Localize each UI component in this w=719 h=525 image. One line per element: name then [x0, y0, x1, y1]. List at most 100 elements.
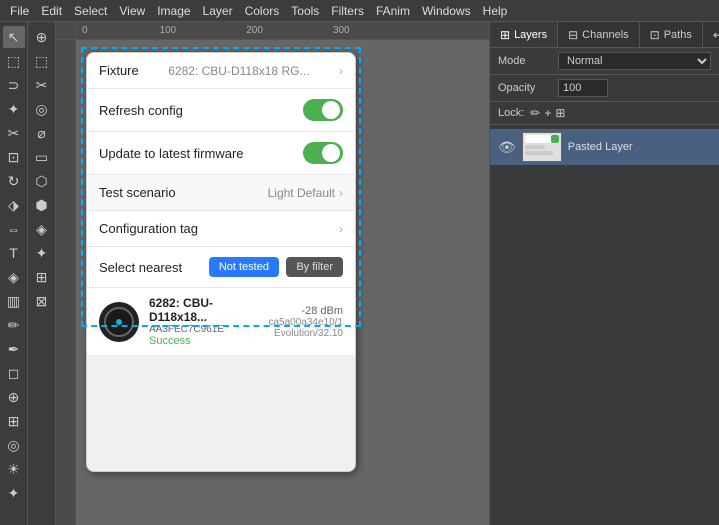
lock-row: Lock: ✏ + ⊞: [490, 102, 719, 125]
tool-secondary-10[interactable]: ✦: [31, 242, 53, 264]
tool-flip[interactable]: ⇔: [3, 218, 25, 240]
tab-channels[interactable]: ⊟ Channels: [558, 22, 640, 47]
refresh-row[interactable]: Refresh config: [87, 89, 355, 132]
mode-label: Mode: [498, 55, 558, 67]
device-row[interactable]: 6282: CBU-D118x18... AA3FEC7C961E Succes…: [87, 288, 355, 355]
refresh-toggle[interactable]: [303, 99, 343, 121]
device-icon: [99, 302, 139, 342]
tool-brush[interactable]: ✒: [3, 338, 25, 360]
menu-layer[interactable]: Layer: [197, 2, 239, 20]
tool-dodge[interactable]: ☀: [3, 458, 25, 480]
tool-rect-select[interactable]: ⬚: [3, 50, 25, 72]
menu-tools[interactable]: Tools: [285, 2, 325, 20]
tool-fuzzy-select[interactable]: ✦: [3, 98, 25, 120]
layer-thumbnail: [522, 132, 562, 162]
menu-help[interactable]: Help: [477, 2, 514, 20]
tab-paths[interactable]: ⊡ Paths: [640, 22, 703, 47]
layer-visibility-icon[interactable]: 👁: [498, 139, 516, 156]
menu-windows[interactable]: Windows: [416, 2, 477, 20]
device-name: 6282: CBU-D118x18...: [149, 296, 258, 324]
tool-scissors[interactable]: ✂: [3, 122, 25, 144]
select-nearest-label: Select nearest: [99, 260, 182, 275]
tool-bucket[interactable]: ◈: [3, 266, 25, 288]
test-scenario-row[interactable]: Test scenario Light Default ›: [87, 175, 355, 211]
config-tag-row[interactable]: Configuration tag ›: [87, 211, 355, 247]
menu-fanim[interactable]: FAnim: [370, 2, 416, 20]
tool-perspective[interactable]: ⬗: [3, 194, 25, 216]
layer-item[interactable]: 👁 Pasted Layer: [490, 129, 719, 165]
menu-filters[interactable]: Filters: [325, 2, 370, 20]
tool-heal[interactable]: ⊕: [3, 386, 25, 408]
tool-secondary-3[interactable]: ✂: [31, 74, 53, 96]
layer-name: Pasted Layer: [568, 141, 711, 153]
layer-thumb-svg: [523, 133, 561, 161]
lock-pixels-icon[interactable]: ✏: [530, 106, 540, 120]
firmware-toggle[interactable]: [303, 142, 343, 164]
menu-colors[interactable]: Colors: [239, 2, 286, 20]
tool-secondary-6[interactable]: ▭: [31, 146, 53, 168]
tool-lasso[interactable]: ⊃: [3, 74, 25, 96]
device-mac: AA3FEC7C961E: [149, 324, 258, 335]
canvas-area[interactable]: 0 100 200 300 Fixture 6282: CBU-D118x18 …: [56, 22, 489, 525]
mode-row: Mode Normal Multiply Screen: [490, 48, 719, 75]
lock-all-icon[interactable]: ⊞: [555, 106, 565, 120]
opacity-label: Opacity: [498, 82, 558, 94]
fixture-value: 6282: CBU-D118x18 RG...: [168, 64, 309, 78]
tool-crop[interactable]: ⊡: [3, 146, 25, 168]
tool-secondary-7[interactable]: ⬡: [31, 170, 53, 192]
layers-icon: ⊞: [500, 28, 510, 42]
tool-secondary-1[interactable]: ⊕: [31, 26, 53, 48]
panel-tabs: ⊞ Layers ⊟ Channels ⊡ Paths ↩ Undo: [490, 22, 719, 48]
tool-secondary-9[interactable]: ◈: [31, 218, 53, 240]
tool-move[interactable]: ↖: [3, 26, 25, 48]
select-nearest-buttons: Not tested By filter: [209, 257, 343, 277]
main-area: ↖ ⬚ ⊃ ✦ ✂ ⊡ ↻ ⬗ ⇔ T ◈ ▥ ✏ ✒ ◻ ⊕ ⊞ ◎ ☀ ✦ …: [0, 22, 719, 525]
tool-blur[interactable]: ◎: [3, 434, 25, 456]
tool-secondary-8[interactable]: ⬢: [31, 194, 53, 216]
tool-path[interactable]: ✦: [3, 482, 25, 504]
tool-clone[interactable]: ⊞: [3, 410, 25, 432]
menu-file[interactable]: File: [4, 2, 35, 20]
tool-secondary-11[interactable]: ⊞: [31, 266, 53, 288]
phone-mockup: Fixture 6282: CBU-D118x18 RG... › Refres…: [86, 52, 356, 472]
firmware-row[interactable]: Update to latest firmware: [87, 132, 355, 175]
menu-view[interactable]: View: [113, 2, 151, 20]
tool-secondary-5[interactable]: ⌀: [31, 122, 53, 144]
tab-layers[interactable]: ⊞ Layers: [490, 22, 558, 47]
tool-secondary-2[interactable]: ⬚: [31, 50, 53, 72]
refresh-label: Refresh config: [99, 103, 183, 118]
select-nearest-row[interactable]: Select nearest Not tested By filter: [87, 247, 355, 288]
layer-thumb-inner: [523, 133, 561, 161]
by-filter-button[interactable]: By filter: [286, 257, 343, 277]
fixture-row[interactable]: Fixture 6282: CBU-D118x18 RG... ›: [87, 53, 355, 89]
tool-rotate[interactable]: ↻: [3, 170, 25, 192]
ruler-mark-200: 200: [240, 25, 269, 36]
tab-undo[interactable]: ↩ Undo: [703, 22, 719, 47]
test-scenario-right: Light Default ›: [268, 186, 343, 200]
tool-text[interactable]: T: [3, 242, 25, 264]
lock-icons: ✏ + ⊞: [530, 106, 565, 120]
menu-image[interactable]: Image: [151, 2, 196, 20]
tool-secondary-4[interactable]: ◎: [31, 98, 53, 120]
device-evolution: Evolution/32.10: [268, 328, 343, 339]
tab-channels-label: Channels: [582, 29, 628, 41]
tool-pencil[interactable]: ✏: [3, 314, 25, 336]
tool-gradient[interactable]: ▥: [3, 290, 25, 312]
lock-position-icon[interactable]: +: [544, 106, 551, 120]
second-toolbar: ⊕ ⬚ ✂ ◎ ⌀ ▭ ⬡ ⬢ ◈ ✦ ⊞ ⊠: [28, 22, 56, 525]
device-info: 6282: CBU-D118x18... AA3FEC7C961E Succes…: [149, 296, 258, 347]
device-signal-info: -28 dBm ca5a00a34e10/1 Evolution/32.10: [268, 305, 343, 339]
paths-icon: ⊡: [650, 28, 660, 42]
ruler-left: [56, 40, 76, 525]
channels-icon: ⊟: [568, 28, 578, 42]
ruler-mark-100: 100: [154, 25, 183, 36]
not-tested-button[interactable]: Not tested: [209, 257, 279, 277]
mode-select[interactable]: Normal Multiply Screen: [558, 52, 711, 70]
tool-eraser[interactable]: ◻: [3, 362, 25, 384]
menu-select[interactable]: Select: [68, 2, 113, 20]
opacity-input[interactable]: [558, 79, 608, 97]
tool-secondary-12[interactable]: ⊠: [31, 290, 53, 312]
menu-edit[interactable]: Edit: [35, 2, 68, 20]
menu-bar: File Edit Select View Image Layer Colors…: [0, 0, 719, 22]
tab-paths-label: Paths: [664, 29, 692, 41]
